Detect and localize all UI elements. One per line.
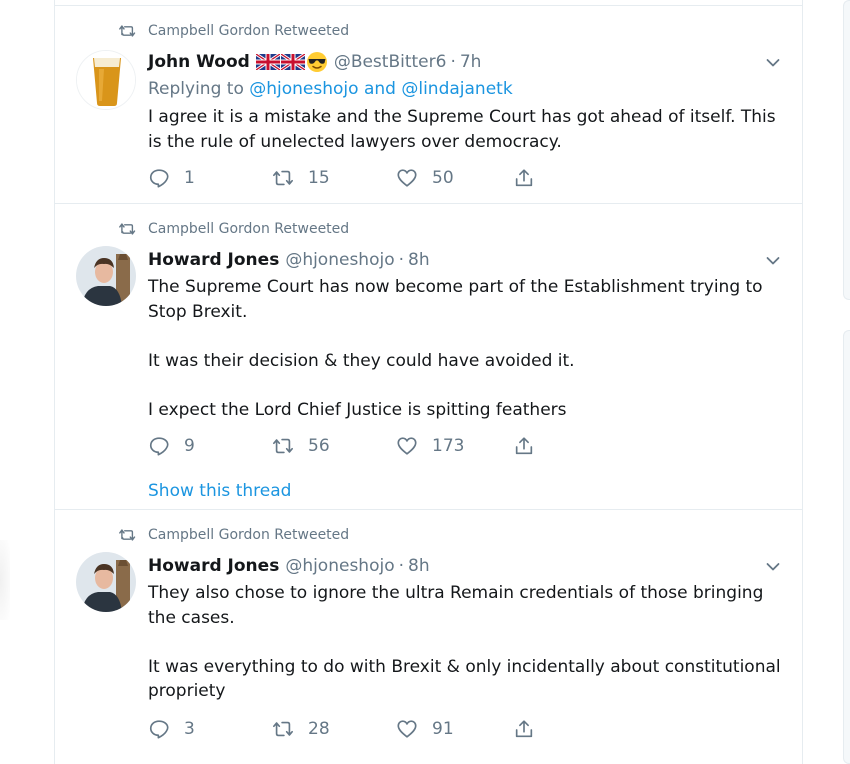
tweet-header: John Wood @BestBitter6 · 7h bbox=[148, 50, 481, 74]
reply-icon bbox=[149, 437, 169, 456]
separator-dot: · bbox=[398, 556, 405, 576]
tweet-card[interactable]: Campbell Gordon Retweeted John Wood @Bes… bbox=[55, 6, 802, 204]
tweet-actions: 1 15 50 bbox=[148, 166, 568, 190]
retweet-label: Campbell Gordon Retweeted bbox=[148, 221, 350, 237]
retweet-icon bbox=[119, 529, 136, 541]
reply-button[interactable]: 1 bbox=[148, 166, 195, 190]
share-button[interactable] bbox=[513, 717, 535, 741]
share-icon bbox=[515, 437, 533, 455]
tweet-paragraph: I expect the Lord Chief Justice is spitt… bbox=[148, 399, 567, 420]
like-count: 173 bbox=[432, 436, 465, 456]
reply-count: 9 bbox=[184, 436, 195, 456]
tweet-text: I agree it is a mistake and the Supreme … bbox=[148, 105, 788, 154]
reply-user-link[interactable]: @hjoneshojo bbox=[249, 79, 358, 99]
tweet-text: They also chose to ignore the ultra Rema… bbox=[148, 581, 788, 704]
display-name[interactable]: Howard Jones bbox=[148, 250, 279, 270]
retweet-count: 28 bbox=[308, 719, 330, 739]
display-name[interactable]: Howard Jones bbox=[148, 556, 279, 576]
timeline: Campbell Gordon Retweeted John Wood @Bes… bbox=[54, 0, 803, 764]
timestamp[interactable]: 8h bbox=[408, 556, 430, 576]
sunglasses-face-icon bbox=[306, 52, 327, 72]
retweet-count: 56 bbox=[308, 436, 330, 456]
reply-icon bbox=[149, 169, 169, 188]
avatar[interactable] bbox=[76, 246, 136, 306]
left-edge-shadow bbox=[0, 540, 10, 620]
retweet-button[interactable]: 56 bbox=[272, 434, 330, 458]
retweet-button[interactable]: 15 bbox=[272, 166, 330, 190]
like-button[interactable]: 50 bbox=[396, 166, 454, 190]
user-handle[interactable]: @BestBitter6 bbox=[334, 52, 447, 72]
reply-button[interactable]: 9 bbox=[148, 434, 195, 458]
retweet-icon bbox=[273, 438, 293, 454]
chevron-down-icon[interactable] bbox=[766, 58, 780, 68]
user-handle[interactable]: @hjoneshojo bbox=[285, 250, 394, 270]
reply-count: 3 bbox=[184, 719, 195, 739]
avatar[interactable] bbox=[76, 50, 136, 110]
reply-and-link[interactable]: and bbox=[364, 79, 396, 99]
replying-to-label: Replying to bbox=[148, 79, 244, 99]
tweet-header: Howard Jones @hjoneshojo · 8h bbox=[148, 248, 430, 272]
heart-icon bbox=[397, 437, 417, 455]
display-name[interactable]: John Wood bbox=[148, 52, 250, 72]
tweet-paragraph: I agree it is a mistake and the Supreme … bbox=[148, 107, 776, 152]
tweet-header: Howard Jones @hjoneshojo · 8h bbox=[148, 554, 430, 578]
tweet-paragraph: It was everything to do with Brexit & on… bbox=[148, 656, 781, 702]
right-sidebar-edge bbox=[843, 0, 850, 764]
share-icon bbox=[515, 720, 533, 738]
retweet-context: Campbell Gordon Retweeted bbox=[119, 525, 349, 545]
user-handle[interactable]: @hjoneshojo bbox=[285, 556, 394, 576]
tweet-actions: 9 56 173 bbox=[148, 434, 568, 458]
retweet-context: Campbell Gordon Retweeted bbox=[119, 219, 349, 239]
uk-flag-icon bbox=[280, 54, 305, 70]
name-emojis bbox=[255, 51, 328, 73]
retweet-label: Campbell Gordon Retweeted bbox=[148, 23, 350, 39]
reply-icon bbox=[149, 720, 169, 739]
profile-photo-icon bbox=[76, 246, 136, 306]
like-button[interactable]: 173 bbox=[396, 434, 464, 458]
tweet-card[interactable]: Campbell Gordon Retweeted Howard Jones @… bbox=[55, 204, 802, 510]
timestamp[interactable]: 8h bbox=[408, 250, 430, 270]
heart-icon bbox=[397, 720, 417, 738]
share-button[interactable] bbox=[513, 166, 535, 190]
profile-photo-icon bbox=[76, 552, 136, 612]
timestamp[interactable]: 7h bbox=[460, 52, 482, 72]
retweet-button[interactable]: 28 bbox=[272, 717, 330, 741]
heart-icon bbox=[397, 169, 417, 187]
tweet-paragraph: It was their decision & they could have … bbox=[148, 350, 575, 371]
retweet-count: 15 bbox=[308, 168, 330, 188]
share-icon bbox=[515, 169, 533, 187]
retweet-label: Campbell Gordon Retweeted bbox=[148, 527, 350, 543]
reply-button[interactable]: 3 bbox=[148, 717, 195, 741]
tweet-actions: 3 28 91 bbox=[148, 717, 568, 741]
sidebar-card bbox=[843, 0, 850, 300]
reply-user-link[interactable]: @lindajanetk bbox=[401, 79, 512, 99]
replying-to: Replying to @hjoneshojo and @lindajanetk bbox=[148, 79, 513, 99]
tweet-card[interactable]: Campbell Gordon Retweeted Howard Jones @… bbox=[55, 510, 802, 764]
beer-pint-icon bbox=[77, 51, 135, 109]
avatar[interactable] bbox=[76, 552, 136, 612]
retweet-context: Campbell Gordon Retweeted bbox=[119, 21, 349, 41]
retweet-icon bbox=[119, 223, 136, 235]
reply-count: 1 bbox=[184, 168, 195, 188]
separator-dot: · bbox=[398, 250, 405, 270]
retweet-icon bbox=[273, 170, 293, 186]
like-button[interactable]: 91 bbox=[396, 717, 454, 741]
retweet-icon bbox=[273, 721, 293, 737]
tweet-paragraph: They also chose to ignore the ultra Rema… bbox=[148, 583, 764, 628]
separator-dot: · bbox=[450, 52, 456, 72]
show-thread-link[interactable]: Show this thread bbox=[148, 481, 291, 501]
uk-flag-icon bbox=[255, 54, 280, 70]
tweet-paragraph: The Supreme Court has now become part of… bbox=[148, 277, 763, 322]
chevron-down-icon[interactable] bbox=[766, 256, 780, 266]
share-button[interactable] bbox=[513, 434, 535, 458]
retweet-icon bbox=[119, 25, 136, 37]
chevron-down-icon[interactable] bbox=[766, 562, 780, 572]
tweet-text: The Supreme Court has now become part of… bbox=[148, 275, 778, 422]
like-count: 50 bbox=[432, 168, 454, 188]
like-count: 91 bbox=[432, 719, 454, 739]
sidebar-card bbox=[843, 330, 850, 764]
